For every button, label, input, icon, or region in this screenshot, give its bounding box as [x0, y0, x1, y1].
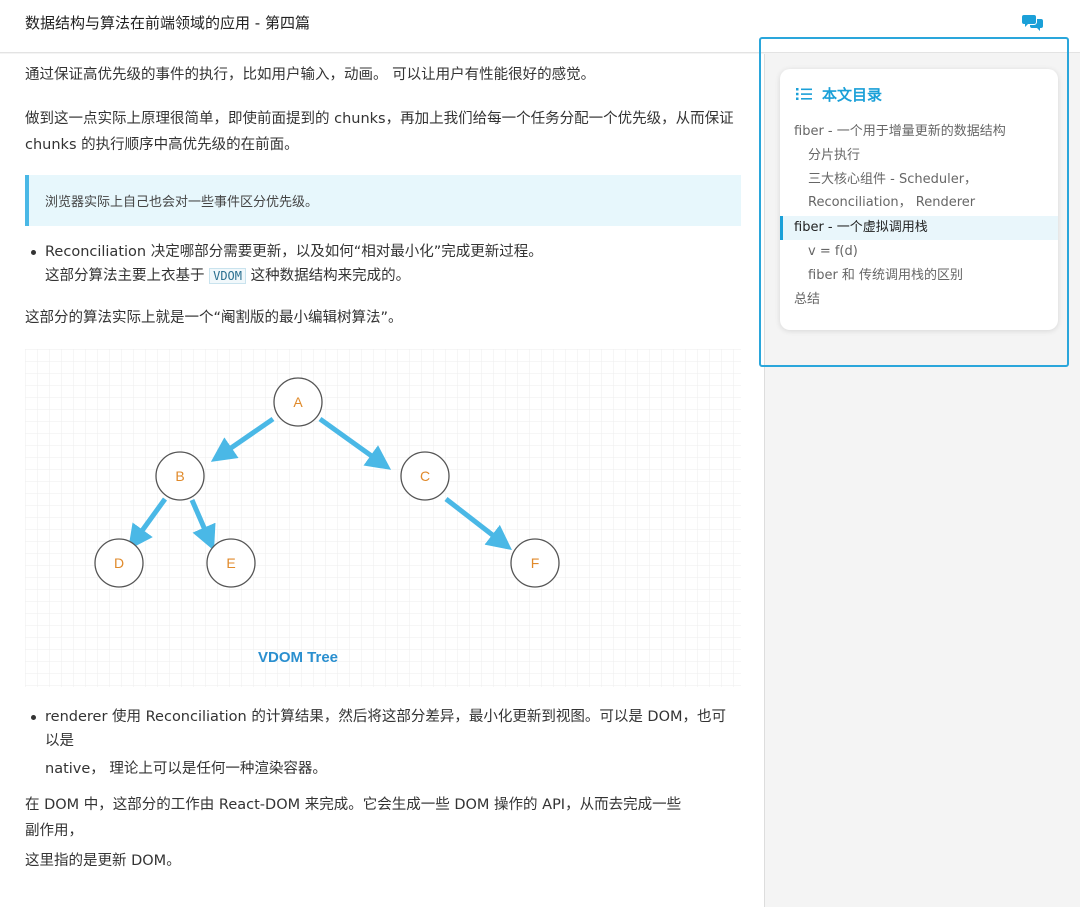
tree-node-label: C	[420, 468, 430, 484]
blockquote: 浏览器实际上自己也会对一些事件区分优先级。	[25, 175, 741, 226]
list-item: Reconciliation 决定哪部分需要更新，以及如何“相对最小化”完成更新…	[31, 240, 745, 288]
article-paragraph: 这部分的算法实际上就是一个“阉割版的最小编辑树算法”。	[25, 310, 403, 326]
tree-node-label: E	[226, 555, 235, 571]
list-item-text: Reconciliation 决定哪部分需要更新，以及如何“相对最小化”完成更新…	[45, 244, 543, 260]
list-item-text: native， 理论上可以是任何一种渲染容器。	[45, 761, 327, 777]
vdom-tree-diagram: A B C D E F VDOM Tree	[25, 349, 741, 687]
tree-node-label: F	[531, 555, 540, 571]
blockquote-text: 浏览器实际上自己也会对一些事件区分优先级。	[45, 195, 319, 210]
tree-node-label: B	[175, 468, 184, 484]
tree-node-label: D	[114, 555, 124, 571]
inline-code: VDOM	[209, 268, 247, 284]
article-content: 通过保证高优先级的事件的执行，比如用户输入，动画。 可以让用户有性能很好的感觉。…	[0, 54, 765, 907]
list-item: renderer 使用 Reconciliation 的计算结果，然后将这部分差…	[31, 705, 745, 781]
list-item-text: renderer 使用 Reconciliation 的计算结果，然后将这部分差…	[45, 709, 727, 725]
page-title: 数据结构与算法在前端领域的应用 - 第四篇	[25, 14, 310, 32]
tree-node-label: A	[293, 394, 303, 410]
bullet-dot	[31, 250, 36, 255]
list-item-text: 这部分算法主要上衣基于 VDOM 这种数据结构来完成的。	[45, 268, 411, 284]
article-paragraph: 做到这一点实际上原理很简单，即使前面提到的 chunks，再加上我们给每一个任务…	[25, 111, 734, 153]
article-paragraph: 在 DOM 中，这部分的工作由 React-DOM 来完成。它会生成一些 DOM…	[25, 797, 682, 869]
bullet-dot	[31, 715, 36, 720]
chat-bubbles-icon[interactable]	[1022, 13, 1044, 33]
tree-caption: VDOM Tree	[258, 649, 338, 666]
article-paragraph: 通过保证高优先级的事件的执行，比如用户输入，动画。 可以让用户有性能很好的感觉。	[25, 67, 596, 83]
list-item-text: 以是	[45, 733, 74, 749]
toc-highlight-box	[759, 37, 1069, 367]
